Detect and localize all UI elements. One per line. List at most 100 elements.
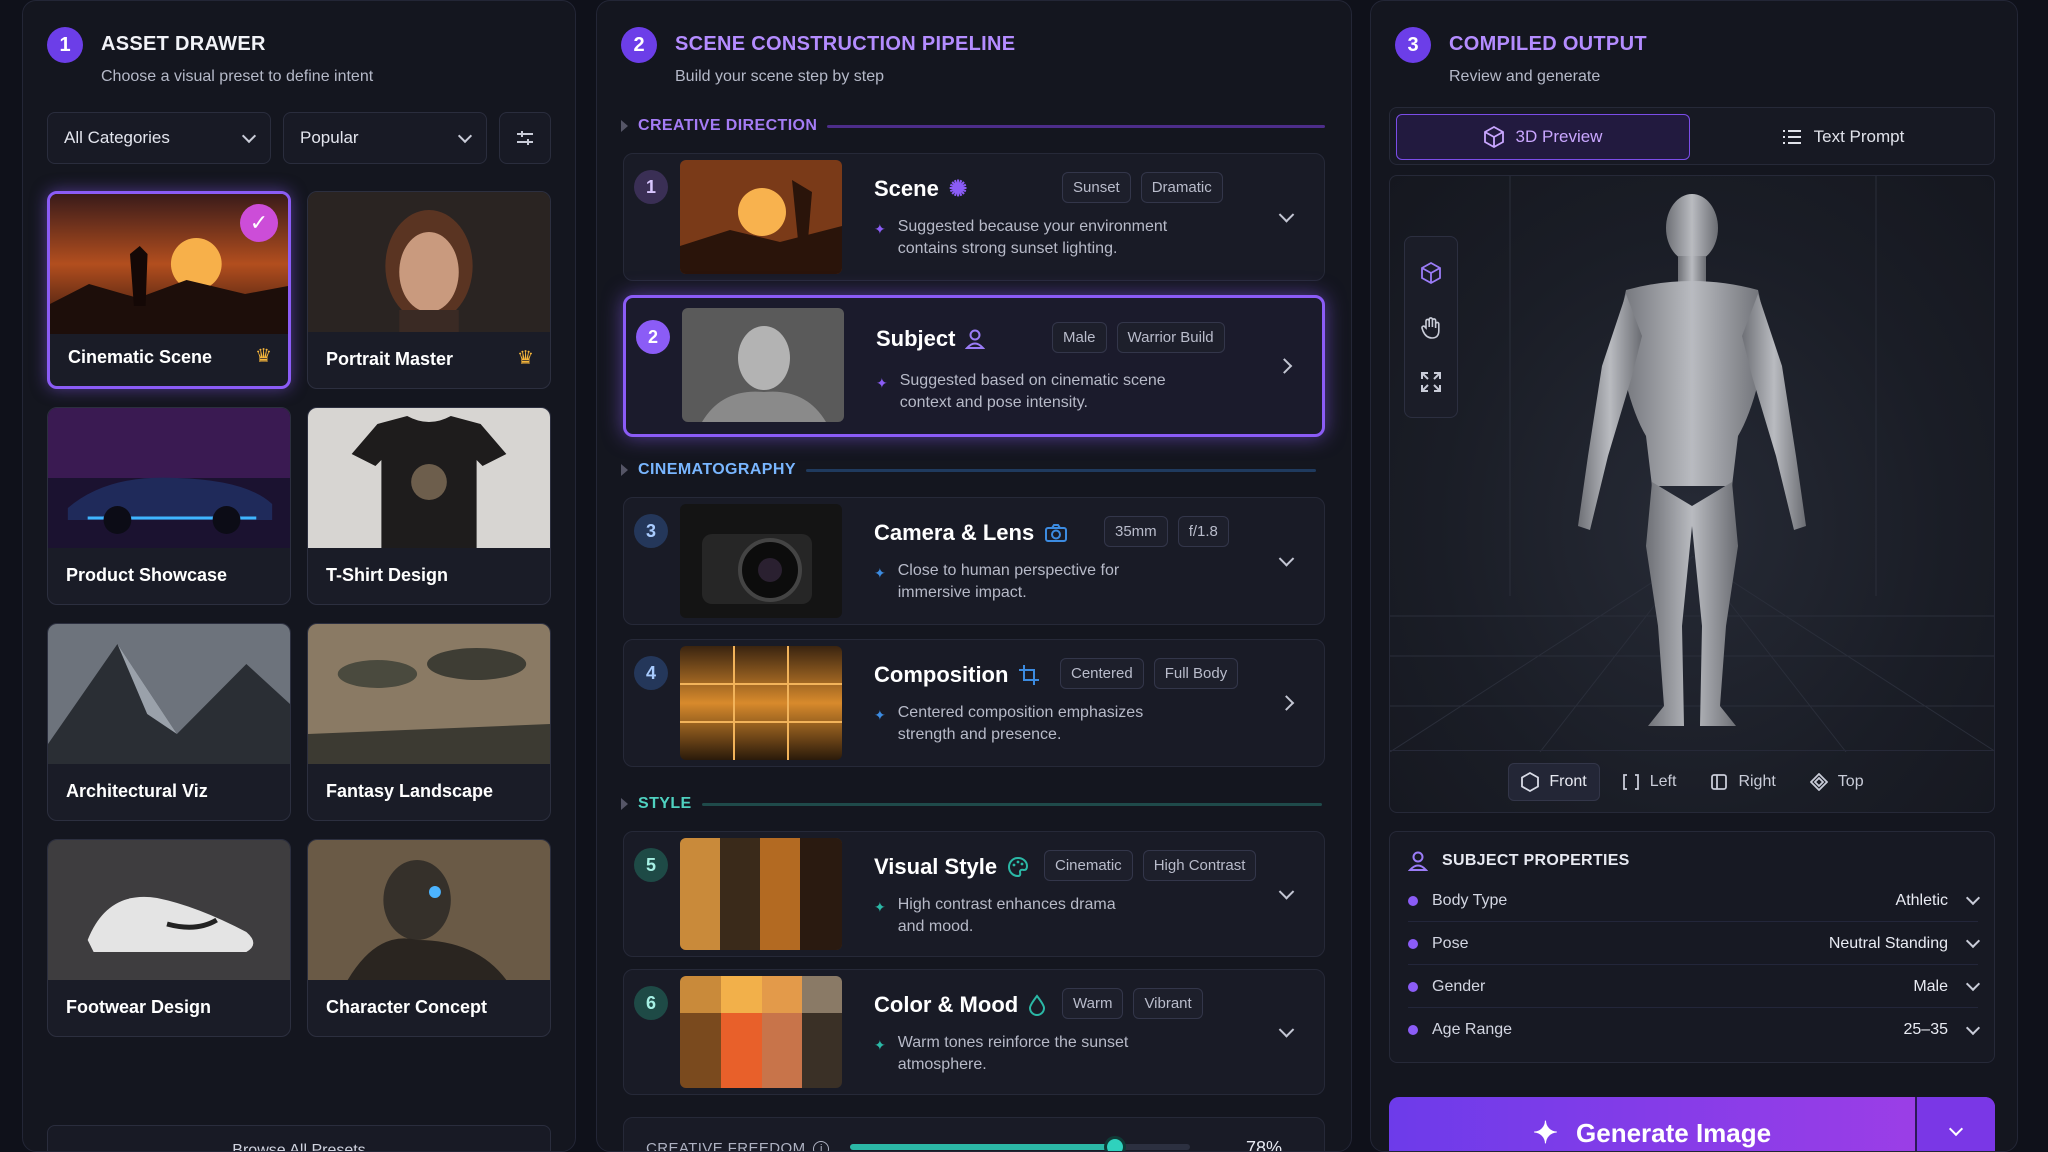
tag[interactable]: Centered (1060, 658, 1144, 689)
tag[interactable]: Warm (1062, 988, 1124, 1019)
tag[interactable]: Vibrant (1133, 988, 1203, 1019)
property-row-body-type[interactable]: Body Type Athletic (1408, 880, 1981, 922)
step-description: ✦ Centered composition emphasizes strengt… (874, 702, 1143, 746)
sparkle-icon: ✦ (874, 707, 886, 723)
browse-presets-button[interactable]: Browse All Presets (47, 1125, 551, 1151)
chevron-down-icon[interactable] (1278, 207, 1295, 223)
pipeline-step-subject[interactable]: 2 Subject Male Warrior Build ✦ Suggested… (623, 295, 1325, 437)
tab-text-prompt[interactable]: Text Prompt (1696, 114, 1990, 160)
hand-icon[interactable] (1420, 316, 1442, 340)
chevron-down-icon[interactable] (1278, 1022, 1295, 1038)
tab-3d-preview[interactable]: 3D Preview (1396, 114, 1690, 160)
chevron-right-icon[interactable] (1278, 695, 1295, 711)
property-key: Body Type (1432, 891, 1508, 909)
preset-card-cinematic-scene[interactable]: ✓ Cinematic Scene ♛ (47, 191, 291, 389)
expand-icon[interactable] (1420, 371, 1442, 393)
step-thumbnail (680, 160, 842, 274)
tag[interactable]: Sunset (1062, 172, 1131, 203)
preset-thumbnail (308, 624, 550, 764)
preset-card-tshirt-design[interactable]: T-Shirt Design (307, 407, 551, 605)
diamond-icon (1809, 772, 1828, 791)
section-label: STYLE (638, 795, 692, 812)
step-number: 1 (634, 170, 668, 204)
tag[interactable]: Cinematic (1044, 850, 1133, 881)
tag[interactable]: Full Body (1153, 658, 1239, 689)
slider-knob[interactable] (1104, 1136, 1127, 1151)
desc-line: and mood. (897, 918, 974, 935)
chevron-down-icon[interactable] (1965, 1020, 1981, 1035)
preset-thumbnail (308, 192, 550, 332)
view-front-button[interactable]: Front (1508, 762, 1600, 801)
chevron-down-icon[interactable] (1278, 551, 1295, 567)
filter-icon (517, 131, 533, 145)
asset-drawer-panel: 1 ASSET DRAWER Choose a visual preset to… (22, 0, 576, 1152)
creative-freedom-slider[interactable] (850, 1136, 1190, 1151)
preset-card-portrait-master[interactable]: Portrait Master ♛ (307, 191, 551, 389)
step-number: 3 (634, 514, 668, 548)
tag[interactable]: f/1.8 (1177, 516, 1229, 547)
3d-viewer[interactable]: Front Left Right Top (1389, 175, 1995, 813)
cube-icon[interactable] (1420, 261, 1442, 285)
creative-freedom-label: CREATIVE FREEDOM (646, 1140, 806, 1152)
desc-line: High contrast enhances drama (897, 896, 1116, 913)
pipeline-step-visual-style[interactable]: 5 Visual Style Cinematic High Contrast ✦… (623, 831, 1325, 957)
property-value: Neutral Standing (1828, 934, 1948, 952)
generate-options-button[interactable] (1915, 1097, 1995, 1151)
step-title-row: Color & Mood (874, 992, 1046, 1018)
slider-fill (850, 1144, 1116, 1150)
pipeline-step-scene[interactable]: 1 Scene ✺ Sunset Dramatic ✦ Suggested be… (623, 153, 1325, 281)
divider (827, 124, 1326, 128)
property-row-pose[interactable]: Pose Neutral Standing (1408, 923, 1981, 965)
tab-label: Text Prompt (1813, 127, 1905, 146)
category-select[interactable]: All Categories (47, 112, 271, 164)
view-label: Left (1649, 772, 1677, 790)
step-title: Subject (876, 326, 956, 351)
preset-card-architectural-viz[interactable]: Architectural Viz (47, 623, 291, 821)
tag[interactable]: Dramatic (1140, 172, 1223, 203)
view-right-button[interactable]: Right (1698, 765, 1787, 799)
property-row-age-range[interactable]: Age Range 25–35 (1408, 1009, 1981, 1051)
generate-image-button[interactable]: ✦ Generate Image (1389, 1097, 1915, 1151)
view-top-button[interactable]: Top (1798, 765, 1876, 799)
step-number: 5 (634, 848, 668, 882)
step-title: Composition (874, 662, 1009, 687)
chevron-down-icon[interactable] (1965, 890, 1981, 906)
preset-card-character-concept[interactable]: Character Concept (307, 839, 551, 1037)
preset-card-product-showcase[interactable]: Product Showcase (47, 407, 291, 605)
pipeline-step-camera-lens[interactable]: 3 Camera & Lens 35mm f/1.8 ✦ Close to hu… (623, 497, 1325, 625)
pipeline-step-color-mood[interactable]: 6 Color & Mood Warm Vibrant ✦ Warm tones… (623, 969, 1325, 1095)
category-select-value: All Categories (64, 128, 170, 147)
tag[interactable]: High Contrast (1142, 850, 1257, 881)
step-description: ✦ Suggested because your environment cont… (874, 216, 1167, 260)
preset-card-fantasy-landscape[interactable]: Fantasy Landscape (307, 623, 551, 821)
creative-freedom-value: 78% (1245, 1138, 1282, 1152)
sparkle-icon: ✦ (874, 1037, 886, 1053)
subject-properties: SUBJECT PROPERTIES Body Type Athletic Po… (1389, 831, 1995, 1063)
list-icon (1782, 130, 1801, 144)
sort-select[interactable]: Popular (283, 112, 487, 164)
step-tags: Centered Full Body (1060, 658, 1239, 689)
step-number: 6 (634, 986, 668, 1020)
view-left-button[interactable]: Left (1610, 765, 1689, 799)
chevron-right-icon[interactable] (1276, 358, 1293, 374)
preset-card-footwear-design[interactable]: Footwear Design (47, 839, 291, 1037)
property-row-gender[interactable]: Gender Male (1408, 966, 1981, 1008)
chevron-down-icon[interactable] (1965, 976, 1981, 992)
creative-freedom-label-row: CREATIVE FREEDOM i (646, 1140, 830, 1152)
step-title: Scene (874, 176, 939, 201)
person-icon (965, 329, 986, 349)
tag[interactable]: 35mm (1104, 516, 1168, 547)
pipeline-step-composition[interactable]: 4 Composition Centered Full Body ✦ Cente… (623, 639, 1325, 767)
info-icon: i (813, 1140, 830, 1151)
filter-button[interactable] (499, 112, 551, 164)
chevron-down-icon[interactable] (1965, 933, 1981, 949)
step-thumbnail (682, 308, 844, 422)
tag[interactable]: Male (1052, 322, 1107, 353)
crop-icon (1019, 665, 1040, 685)
creative-freedom-control: CREATIVE FREEDOM i 78% (623, 1117, 1325, 1152)
property-value: Athletic (1895, 891, 1948, 909)
chevron-down-icon[interactable] (1278, 884, 1295, 900)
bullet-dot (1408, 938, 1418, 949)
tag[interactable]: Warrior Build (1116, 322, 1225, 353)
preset-thumbnail (48, 840, 290, 980)
